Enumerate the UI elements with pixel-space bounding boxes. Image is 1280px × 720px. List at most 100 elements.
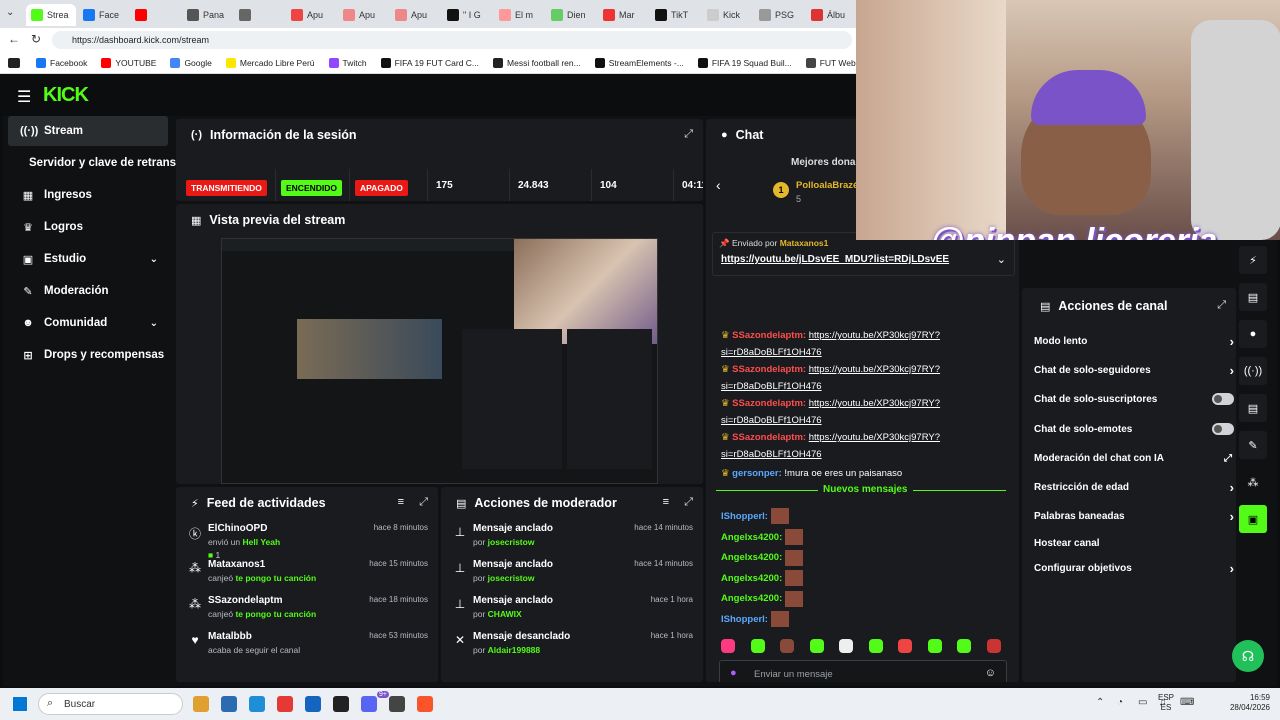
activity-item[interactable]: ⁂ Mataxanos1 canjeó te pongo tu canción hac…: [176, 559, 436, 593]
taskbar-language[interactable]: ESP ES: [1158, 693, 1174, 713]
bookmark-item[interactable]: Messi football ren...: [493, 57, 581, 68]
activity-item[interactable]: ⁂ SSazondelaptm canjeó te pongo tu canción…: [176, 595, 436, 629]
channel-action-item[interactable]: Restricción de edad ›: [1034, 478, 1234, 496]
chat-username[interactable]: Angelxs4200:: [721, 593, 782, 604]
toggle-switch[interactable]: [1212, 393, 1234, 405]
top-donor-name[interactable]: PolloalaBrazé: [796, 180, 858, 191]
chat-message[interactable]: IShopperl:: [721, 508, 1016, 525]
browser-tab[interactable]: El m: [494, 4, 544, 26]
chat-message[interactable]: ♛ SSazondelaptm: https://youtu.be/XP30kc…: [721, 327, 1016, 361]
back-icon[interactable]: ←: [8, 32, 20, 46]
url-field[interactable]: https://dashboard.kick.com/stream: [52, 31, 852, 49]
browser-tab[interactable]: Kick: [702, 4, 752, 26]
browser-tab[interactable]: Apu: [338, 4, 388, 26]
sidebar-item-logros[interactable]: ♛ Logros: [8, 212, 168, 242]
bookmark-item[interactable]: YOUTUBE: [101, 57, 156, 68]
people-icon[interactable]: ⁂: [1239, 468, 1267, 496]
chat-message[interactable]: Angelxs4200:: [721, 549, 1016, 566]
activity-user[interactable]: Matalbbb: [208, 631, 252, 642]
emote-icon[interactable]: [898, 639, 912, 653]
tab-list-chevron-icon[interactable]: ⌄: [6, 7, 14, 18]
bookmark-item[interactable]: Twitch: [328, 57, 367, 68]
browser-tab[interactable]: Strea: [26, 4, 76, 26]
emote-icon[interactable]: [839, 639, 853, 653]
chat-message[interactable]: ♛ SSazondelaptm: https://youtu.be/XP30kc…: [721, 395, 1016, 429]
emote-icon[interactable]: [780, 639, 794, 653]
chat-message[interactable]: Angelxs4200:: [721, 529, 1016, 546]
browser-tab[interactable]: Face: [78, 4, 128, 26]
browser-tab[interactable]: [234, 4, 284, 26]
expand-icon[interactable]: ⤢: [684, 128, 693, 141]
wrench-icon[interactable]: ✎: [1239, 431, 1267, 459]
green-app-icon[interactable]: ▣: [1239, 505, 1267, 533]
menu-icon[interactable]: ☰: [17, 87, 31, 107]
document-icon[interactable]: ▤: [1239, 283, 1267, 311]
browser-tab[interactable]: " I G: [442, 4, 492, 26]
browser-tab[interactable]: Dien: [546, 4, 596, 26]
bolt-icon[interactable]: ⚡: [1239, 246, 1267, 274]
message-input[interactable]: ● Enviar un mensaje ☺: [719, 660, 1007, 682]
chat-username[interactable]: Angelxs4200:: [721, 532, 782, 543]
emote-icon[interactable]: [986, 639, 1001, 653]
activity-item[interactable]: ⓚ ElChinoOPD envió un Hell Yeah ■ 1 hace 8 m…: [176, 523, 436, 560]
emote-icon[interactable]: [750, 639, 765, 653]
browser-tab[interactable]: Mar: [598, 4, 648, 26]
chat-message[interactable]: ♛ SSazondelaptm: https://youtu.be/XP30kc…: [721, 429, 1016, 463]
chat-message[interactable]: ♛ SSazondelaptm: https://youtu.be/XP30kc…: [721, 361, 1016, 395]
chat-message[interactable]: Angelxs4200:: [721, 590, 1016, 607]
expand-icon[interactable]: ⤢: [1217, 299, 1226, 312]
moderator-action-item[interactable]: ✕ Mensaje desanclado por Aldair199888 hace …: [441, 631, 701, 665]
new-messages-label[interactable]: Nuevos mensajes: [818, 484, 913, 495]
emote-icon[interactable]: [809, 639, 824, 653]
browser-tab[interactable]: Pana: [182, 4, 232, 26]
chat-username[interactable]: Angelxs4200:: [721, 573, 782, 584]
moderator-action-item[interactable]: ⊥ Mensaje anclado por CHAWIX hace 1 hora: [441, 595, 701, 629]
chevron-down-icon[interactable]: ⌄: [997, 253, 1006, 266]
emote-icon[interactable]: [957, 639, 971, 653]
sidebar-item-moderacion[interactable]: ✎ Moderación: [8, 276, 168, 306]
browser-tab[interactable]: Álbu: [806, 4, 856, 26]
chat-message[interactable]: IShopperl:: [721, 611, 1016, 628]
channel-action-item[interactable]: Palabras baneadas ›: [1034, 507, 1234, 525]
filter-icon[interactable]: ≡: [663, 496, 669, 508]
channel-action-item[interactable]: Configurar objetivos ›: [1034, 559, 1234, 577]
chat-message[interactable]: Angelxs4200:: [721, 570, 1016, 587]
chat-username[interactable]: Angelxs4200:: [721, 552, 782, 563]
broadcast-icon[interactable]: ((·)): [1239, 357, 1267, 385]
channel-action-item[interactable]: Chat de solo-seguidores ›: [1034, 361, 1234, 379]
moderator-action-item[interactable]: ⊥ Mensaje anclado por josecristow hace 14 m…: [441, 559, 701, 593]
chat-username[interactable]: IShopperl:: [721, 614, 768, 625]
taskbar-clock[interactable]: 16:59 28/04/2026: [1222, 693, 1270, 713]
emote-icon[interactable]: [927, 639, 942, 653]
sidebar-item-server-key[interactable]: Servidor y clave de retransm: [8, 148, 178, 178]
tray-icon[interactable]: ⌃: [1096, 697, 1104, 708]
activity-user[interactable]: Mataxanos1: [208, 559, 265, 570]
stream-preview-video[interactable]: [221, 238, 658, 484]
sidebar-item-comunidad[interactable]: ☻ Comunidad ⌄: [8, 308, 168, 338]
windows-start-icon[interactable]: [13, 697, 27, 711]
tray-icon[interactable]: ◔: [1117, 697, 1123, 708]
taskbar-app-icon[interactable]: [277, 696, 293, 712]
browser-tab[interactable]: PSG: [754, 4, 804, 26]
sidebar-item-stream[interactable]: ((·)) Stream: [8, 116, 168, 146]
mic-icon[interactable]: ●: [730, 667, 737, 679]
taskbar-app-icon[interactable]: [305, 696, 321, 712]
sidebar-item-estudio[interactable]: ▣ Estudio ⌄: [8, 244, 168, 274]
emote-icon[interactable]: [868, 639, 883, 653]
activity-user[interactable]: ElChinoOPD: [208, 523, 267, 534]
channel-action-item[interactable]: Chat de solo-emotes: [1034, 420, 1234, 438]
expand-icon[interactable]: ⤢: [684, 496, 693, 509]
emoji-icon[interactable]: ☺: [985, 667, 996, 679]
taskbar-app-icon[interactable]: [417, 696, 433, 712]
channel-action-item[interactable]: Chat de solo-suscriptores: [1034, 390, 1234, 408]
channel-action-item[interactable]: Hostear canal: [1034, 534, 1234, 552]
tray-icon[interactable]: ▭: [1138, 697, 1147, 708]
taskbar-app-icon[interactable]: [333, 696, 349, 712]
chat-username[interactable]: SSazondelaptm:: [732, 330, 806, 341]
browser-tab[interactable]: Apu: [390, 4, 440, 26]
chat-username[interactable]: SSazondelaptm:: [732, 364, 806, 375]
chevron-left-icon[interactable]: ‹: [716, 177, 721, 193]
bookmark-item[interactable]: Google: [170, 57, 212, 68]
bookmark-item[interactable]: Mercado Libre Perú: [225, 57, 315, 68]
support-chat-icon[interactable]: ☊: [1232, 640, 1264, 672]
